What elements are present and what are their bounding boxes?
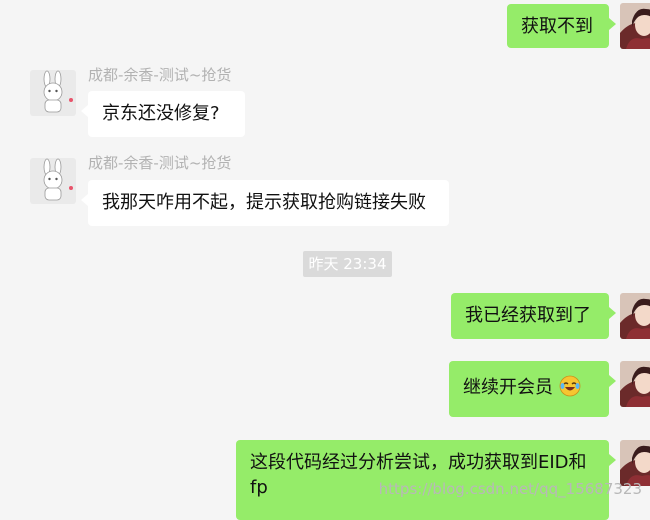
sender-name: 成都-余香-测试~抢货 <box>88 66 232 84</box>
watermark-url: https://blog.csdn.net/qq_15687323 <box>378 480 642 498</box>
message-text: 继续开会员 <box>463 377 553 398</box>
message-text: 这段代码经过分析尝试，成功获取到EID和 <box>250 452 587 473</box>
contact-avatar[interactable] <box>30 158 76 204</box>
message-bubble-incoming[interactable]: 京东还没修复? <box>81 91 245 137</box>
contact-avatar[interactable] <box>30 70 76 116</box>
sender-name: 成都-余香-测试~抢货 <box>88 154 232 172</box>
self-avatar[interactable] <box>620 293 650 339</box>
self-avatar[interactable] <box>620 3 650 49</box>
message-bubble-outgoing[interactable]: 获取不到 <box>507 4 616 48</box>
message-bubble-outgoing[interactable]: 我已经获取到了 <box>451 293 616 339</box>
timestamp-label: 昨天 23:34 <box>303 251 392 277</box>
message-bubble-outgoing[interactable]: 继续开会员 <box>449 361 616 417</box>
laughing-tears-emoji-icon <box>559 375 581 397</box>
message-bubble-incoming[interactable]: 我那天咋用不起，提示获取抢购链接失败 <box>81 180 449 226</box>
self-avatar[interactable] <box>620 361 650 407</box>
